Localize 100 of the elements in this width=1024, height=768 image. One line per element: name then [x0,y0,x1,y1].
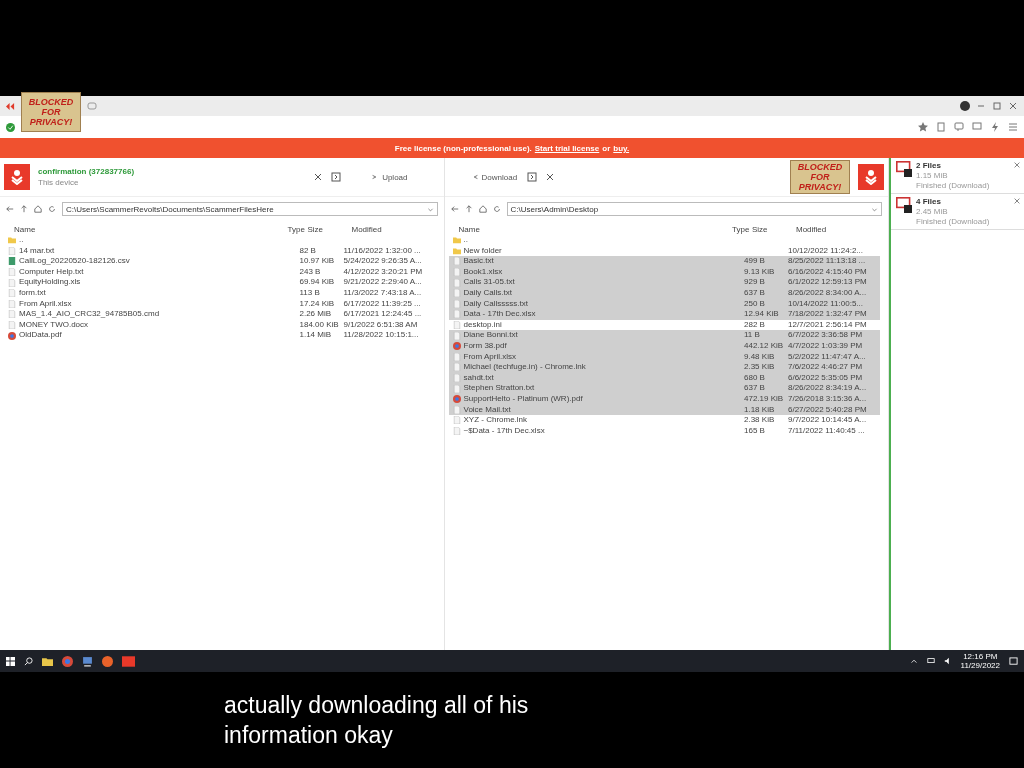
file-row[interactable]: From April.xlsx 9.48 KiB 5/2/2022 11:47:47 A... [448,351,880,363]
lightning-icon[interactable] [990,122,1000,132]
file-row[interactable]: CallLog_20220520-182126.csv 10.97 KiB 5/24/2022 9:26:35 A... [4,256,436,267]
file-row[interactable]: ~$Data - 17th Dec.xlsx 165 B 7/11/2022 11:40:45 ... [448,425,880,437]
chevron-icon[interactable] [909,657,918,665]
file-modified: 7/11/2022 11:40:45 ... [788,425,866,437]
taskbar-clock[interactable]: 12:16 PM 11/29/2022 [960,652,1000,670]
close-icon[interactable] [1013,161,1021,169]
account-icon[interactable] [960,101,970,111]
file-size: 1.14 MiB [299,330,333,341]
file-row[interactable]: Calls 31-05.txt 929 B 6/1/2022 12:59:13 PM [448,277,880,288]
file-row[interactable]: SupportHelto - Platinum (WR).pdf 472.19 KiB 7/26/2018 3:15:36 A... [448,393,880,405]
menu-icon[interactable] [1008,122,1018,132]
chat-icon[interactable] [954,122,964,132]
file-row[interactable]: MAS_1.4_AIO_CRC32_94785B05.cmd 2.26 MiB 6/17/2021 12:24:45 ... [4,309,436,320]
file-size: 2.26 MiB [299,309,333,320]
file-row[interactable]: EquityHolding.xls 69.94 KiB 9/21/2022 2:29:40 A... [4,277,436,288]
trial-link[interactable]: Start trial license [534,143,600,153]
column-header[interactable]: Type [732,225,752,234]
buy-link[interactable]: buy. [613,143,630,153]
close-icon[interactable] [313,172,324,182]
file-row[interactable]: Daily Callsssss.txt 250 B 10/14/2022 11:00:5... [448,298,880,310]
file-name: Daily Calls.txt [463,287,512,299]
file-row[interactable]: Basic.txt 499 B 8/25/2022 11:13:18 ... [448,256,880,267]
up-icon[interactable] [464,205,473,213]
windows-icon[interactable] [6,656,15,666]
app-logo-icon[interactable] [122,654,135,668]
transfer-status: Finished (Download) [916,217,991,226]
close-icon[interactable] [1013,197,1021,205]
file-row[interactable]: From April.xlsx 17.24 KiB 6/17/2022 11:39:25 ... [4,298,436,310]
speaker-icon[interactable] [943,657,952,665]
column-header[interactable]: Modified [351,225,440,234]
search-icon[interactable] [24,656,33,666]
column-header[interactable]: Size [752,225,796,234]
round-logo-icon [8,331,16,340]
page-icon[interactable] [936,122,946,132]
privacy-sticker: BLOCKED FOR PRIVACY! [21,92,81,132]
file-size: 2.38 KiB [744,415,776,426]
app-logo-icon[interactable] [6,101,15,111]
file-size: 442.12 KiB [744,340,785,352]
home-icon[interactable] [34,205,42,213]
file-row[interactable]: XYZ - Chrome.lnk 2.38 KiB 9/7/2022 10:14:45 A... [448,415,880,426]
file-modified: 6/6/2022 5:35:05 PM [788,372,864,384]
file-row[interactable]: OldData.pdf 1.14 MiB 11/28/2022 10:15:1... [4,330,436,341]
file-modified: 7/18/2022 1:32:47 PM [788,309,868,320]
file-row[interactable]: sahdt.txt 680 B 6/6/2022 5:35:05 PM [448,372,880,384]
column-header[interactable]: Name [14,225,288,234]
file-row[interactable]: .. [4,235,436,246]
refresh-icon[interactable] [48,205,56,213]
upload-button[interactable]: Upload [369,170,410,184]
download-button[interactable]: Download [468,170,520,184]
file-size: 12.94 KiB [744,309,780,320]
up-icon[interactable] [20,205,28,213]
column-header[interactable]: Size [307,225,352,234]
star-icon[interactable] [918,122,928,132]
file-row[interactable]: Data - 17th Dec.xlsx 12.94 KiB 7/18/2022 1:32:47 PM [448,309,880,320]
file-row[interactable]: 14 mar.txt 82 B 11/16/2022 1:32:00 ... [4,245,436,257]
maximize-icon[interactable] [992,101,1002,111]
file-row[interactable]: New folder 10/12/2022 11:24:2... [448,245,880,257]
file-row[interactable]: Diane Bonni.txt 11 B 6/7/2022 3:36:58 PM [448,330,880,341]
check-icon [6,122,15,132]
refresh-icon[interactable] [492,205,501,213]
panel-icon[interactable] [527,172,538,182]
file-row[interactable]: Stephen Stratton.txt 637 B 8/26/2022 8:34:19 A... [448,383,880,394]
folder-icon[interactable] [42,655,53,667]
file-row[interactable]: Computer Help.txt 243 B 4/12/2022 3:20:21 PM [4,266,436,278]
file-size: 637 B [744,383,766,394]
file-row[interactable]: Form 38.pdf 442.12 KiB 4/7/2022 1:03:39 PM [448,340,880,352]
file-modified: 12/7/2021 2:56:14 PM [788,319,868,331]
close-icon[interactable] [1008,101,1018,111]
column-header[interactable]: Type [287,225,308,234]
back-icon[interactable] [6,205,14,213]
path-field[interactable]: C:\Users\ScammerRevolts\Documents\ScammerFilesHere [62,202,438,216]
column-header[interactable]: Name [458,225,732,234]
file-row[interactable]: .. [448,235,880,246]
file-name: Voice Mail.txt [463,404,511,416]
file-row[interactable]: desktop.ini 282 B 12/7/2021 2:56:14 PM [448,319,880,331]
computer-icon[interactable] [82,655,93,667]
file-size: 499 B [744,256,766,267]
file-row[interactable]: Book1.xlsx 9.13 KiB 6/16/2022 4:15:40 PM [448,266,880,278]
file-modified: 9/21/2022 2:29:40 A... [343,277,423,288]
path-field[interactable]: C:\Users\Admin\Desktop [506,202,882,216]
close-icon[interactable] [545,172,556,182]
notification-icon[interactable] [1009,656,1018,666]
file-modified: 6/27/2022 5:40:28 PM [788,404,868,416]
home-icon[interactable] [478,205,487,213]
file-row[interactable]: Voice Mail.txt 1.18 KiB 6/27/2022 5:40:28 PM [448,404,880,416]
file-row[interactable]: Daily Calls.txt 637 B 8/26/2022 8:34:00 A... [448,287,880,299]
back-icon[interactable] [450,205,459,213]
file-row[interactable]: Michael (techfuge.in) - Chrome.lnk 2.35 KiB 7/6/2022 4:46:27 PM [448,362,880,373]
monitor-icon [896,197,912,213]
file-row[interactable]: form.txt 113 B 11/3/2022 7:43:18 A... [4,287,436,299]
panel-icon[interactable] [331,172,342,182]
monitor-icon[interactable] [972,122,982,132]
transfer-title: 4 Files [916,197,942,206]
column-header[interactable]: Modified [796,225,884,234]
file-name: Basic.txt [463,256,494,267]
file-modified: 8/26/2022 8:34:19 A... [788,383,868,394]
round-logo-icon[interactable] [62,655,73,667]
file-row[interactable]: MONEY TWO.docx 184.00 KiB 9/1/2022 6:51:38 AM [4,319,436,331]
